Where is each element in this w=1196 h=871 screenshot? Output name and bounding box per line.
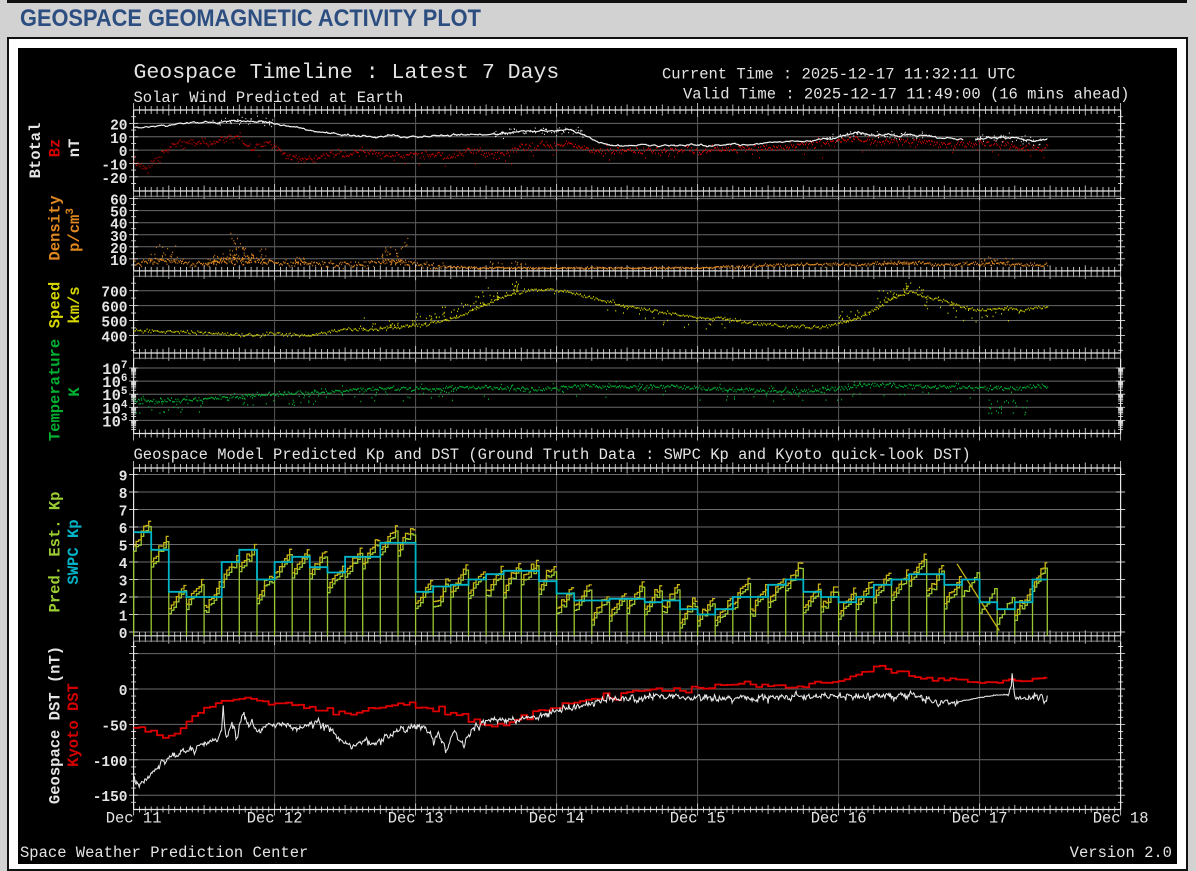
svg-text:Bz: Bz — [47, 139, 65, 158]
svg-text:K: K — [66, 387, 84, 397]
svg-text:Dec 12: Dec 12 — [247, 810, 303, 828]
svg-text:10: 10 — [110, 254, 127, 270]
svg-text:1: 1 — [119, 610, 128, 626]
svg-text:Dec 14: Dec 14 — [529, 810, 585, 828]
svg-text:600: 600 — [101, 301, 127, 317]
svg-text:Solar Wind Predicted at Earth: Solar Wind Predicted at Earth — [134, 89, 404, 107]
svg-text:Dec 13: Dec 13 — [388, 810, 444, 828]
svg-text:-20: -20 — [101, 172, 127, 188]
svg-text:SWPC Kp: SWPC Kp — [65, 519, 83, 584]
svg-text:700: 700 — [101, 286, 127, 302]
svg-text:-100: -100 — [93, 755, 128, 771]
svg-text:9: 9 — [119, 470, 128, 486]
svg-text:-50: -50 — [101, 719, 127, 735]
svg-text:nT: nT — [66, 139, 84, 158]
svg-text:4: 4 — [119, 557, 128, 573]
svg-text:-150: -150 — [93, 790, 128, 806]
svg-text:Current Time : 2025-12-17 11:3: Current Time : 2025-12-17 11:32:11 UTC — [662, 66, 1015, 84]
svg-text:Geospace Timeline : Latest 7 D: Geospace Timeline : Latest 7 Days — [134, 61, 560, 85]
svg-text:5: 5 — [119, 540, 128, 556]
svg-text:Speed: Speed — [47, 282, 65, 329]
svg-text:Geospace DST (nT): Geospace DST (nT) — [47, 646, 65, 804]
svg-text:Density: Density — [47, 195, 65, 260]
svg-text:7: 7 — [119, 505, 128, 521]
svg-text:Geospace Model Predicted Kp an: Geospace Model Predicted Kp and DST (Gro… — [134, 446, 971, 464]
svg-text:km/s: km/s — [66, 286, 84, 323]
svg-text:0: 0 — [119, 684, 128, 700]
svg-text:Valid Time : 2025-12-17 11:49:: Valid Time : 2025-12-17 11:49:00 (16 min… — [683, 86, 1129, 104]
svg-text:3: 3 — [119, 575, 128, 591]
svg-text:2: 2 — [119, 592, 128, 608]
svg-text:8: 8 — [119, 487, 128, 503]
svg-text:Btotal: Btotal — [27, 123, 45, 179]
svg-text:p/cm3: p/cm3 — [65, 208, 84, 252]
svg-text:Version 2.0: Version 2.0 — [1070, 844, 1172, 862]
svg-text:Dec 15: Dec 15 — [670, 810, 726, 828]
svg-text:103: 103 — [102, 412, 128, 431]
svg-text:Pred. Est. Kp: Pred. Est. Kp — [47, 492, 65, 613]
svg-text:400: 400 — [101, 330, 127, 346]
svg-text:Dec 17: Dec 17 — [952, 810, 1008, 828]
svg-text:Temperature: Temperature — [47, 339, 65, 441]
svg-text:Space Weather Prediction Cente: Space Weather Prediction Center — [20, 844, 308, 862]
svg-text:Kyoto DST: Kyoto DST — [65, 683, 83, 767]
svg-text:500: 500 — [101, 316, 127, 332]
svg-text:Dec 16: Dec 16 — [811, 810, 867, 828]
svg-text:Dec 18: Dec 18 — [1093, 810, 1149, 828]
svg-text:6: 6 — [119, 522, 128, 538]
svg-text:Dec 11: Dec 11 — [106, 810, 162, 828]
svg-text:0: 0 — [119, 627, 128, 643]
